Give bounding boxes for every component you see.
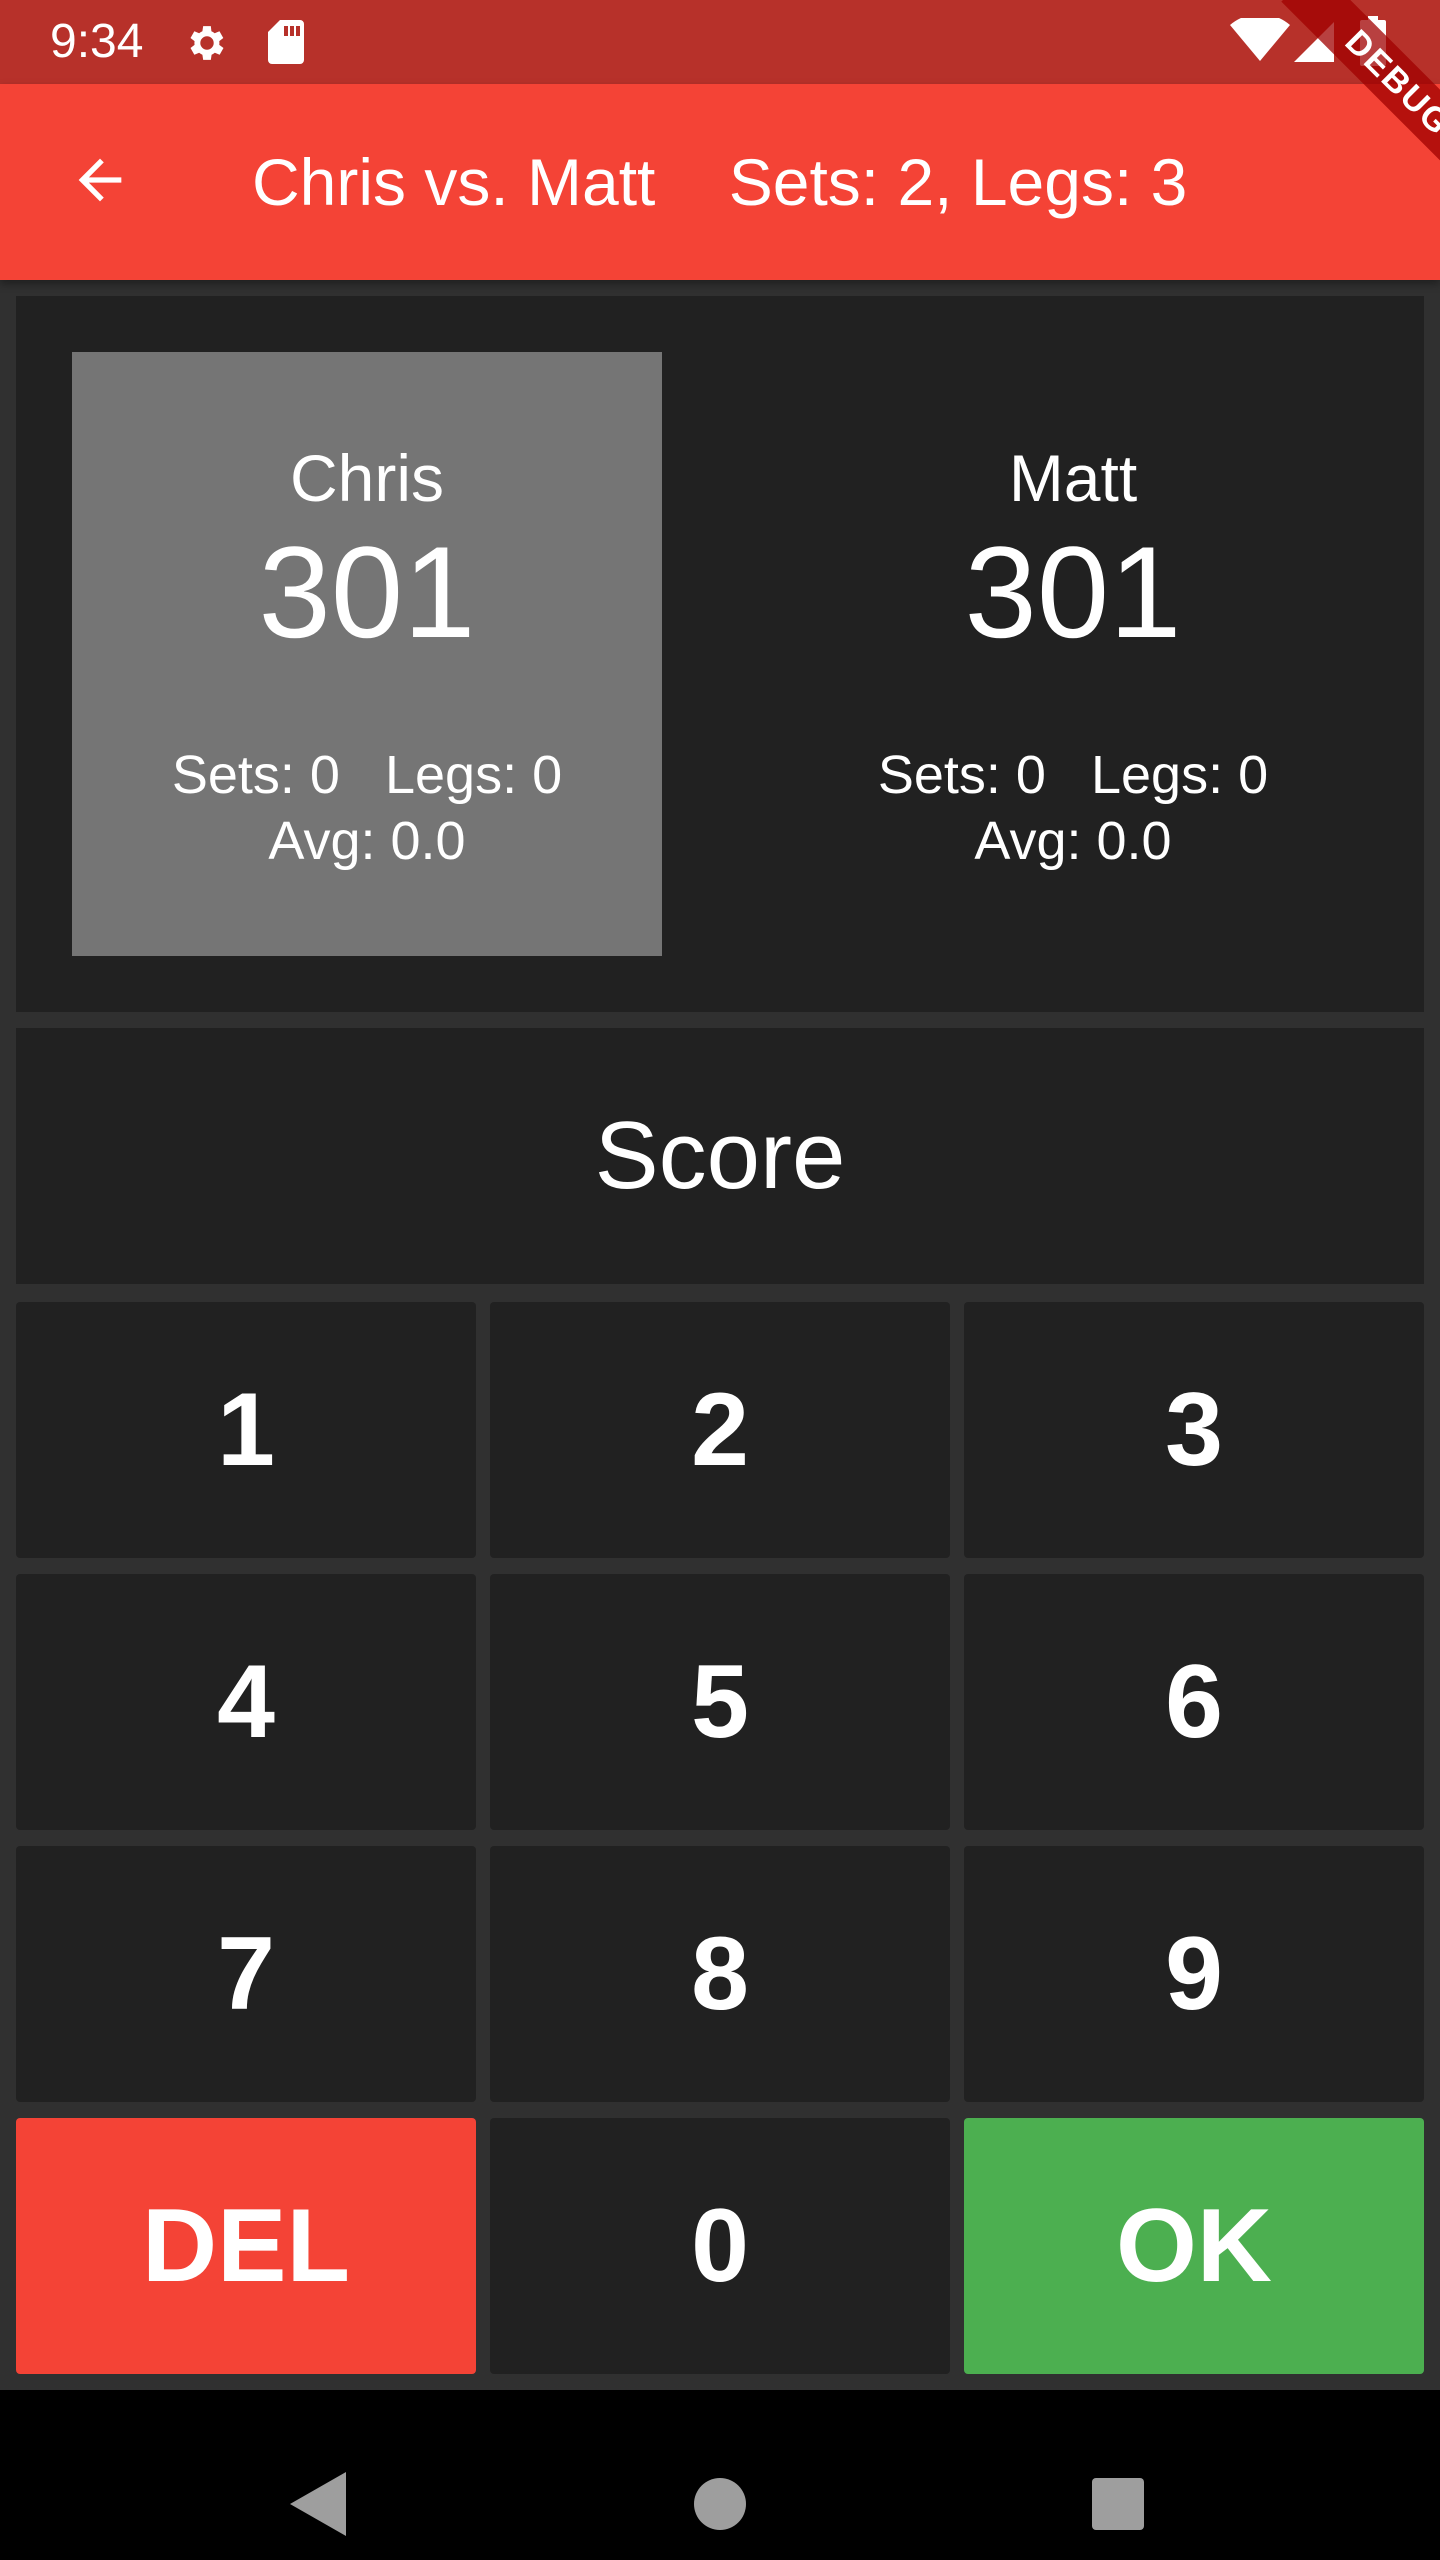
player-score: 301 (258, 519, 476, 665)
keypad-key-8[interactable]: 8 (490, 1846, 950, 2102)
player-score: 301 (964, 519, 1182, 665)
keypad-key-3[interactable]: 3 (964, 1302, 1424, 1558)
player-stats: Sets: 0 Legs: 0 (171, 745, 563, 805)
player-name: Matt (1008, 441, 1138, 515)
app-bar: Chris vs. Matt Sets: 2, Legs: 3 (0, 84, 1440, 280)
sd-card-icon (268, 20, 304, 64)
keypad-key-7[interactable]: 7 (16, 1846, 476, 2102)
nav-recents-icon[interactable] (1092, 2478, 1144, 2530)
player-card-chris: Chris 301 Sets: 0 Legs: 0 Avg: 0.0 (72, 352, 662, 956)
player-name: Chris (289, 441, 444, 515)
player-stats: Sets: 0 Legs: 0 (877, 745, 1269, 805)
back-button[interactable] (52, 132, 148, 228)
keypad-key-9[interactable]: 9 (964, 1846, 1424, 2102)
keypad-key-6[interactable]: 6 (964, 1574, 1424, 1830)
arrow-back-icon (78, 158, 122, 202)
delete-button[interactable]: DEL (16, 2118, 476, 2374)
player-average: Avg: 0.0 (974, 811, 1172, 871)
ok-button[interactable]: OK (964, 2118, 1424, 2374)
player-average: Avg: 0.0 (268, 811, 466, 871)
nav-home-icon[interactable] (694, 2478, 746, 2530)
player-card-matt: Matt 301 Sets: 0 Legs: 0 Avg: 0.0 (778, 352, 1368, 956)
gear-icon (190, 26, 224, 60)
keypad-key-5[interactable]: 5 (490, 1574, 950, 1830)
status-time: 9:34 (50, 15, 144, 68)
wifi-icon (1230, 18, 1290, 61)
keypad-key-1[interactable]: 1 (16, 1302, 476, 1558)
keypad-key-4[interactable]: 4 (16, 1574, 476, 1830)
status-bar: 9:34 (0, 0, 1440, 84)
score-input-display: Score (16, 1028, 1424, 1284)
cell-signal-icon (1294, 22, 1334, 62)
page-title: Chris vs. Matt Sets: 2, Legs: 3 (252, 145, 1188, 219)
system-nav-bar (0, 2390, 1440, 2560)
battery-icon (1360, 16, 1386, 66)
keypad-key-2[interactable]: 2 (490, 1302, 950, 1558)
keypad-key-0[interactable]: 0 (490, 2118, 950, 2374)
nav-back-icon[interactable] (290, 2472, 346, 2536)
scoreboard: Chris 301 Sets: 0 Legs: 0 Avg: 0.0 Matt … (16, 296, 1424, 1012)
